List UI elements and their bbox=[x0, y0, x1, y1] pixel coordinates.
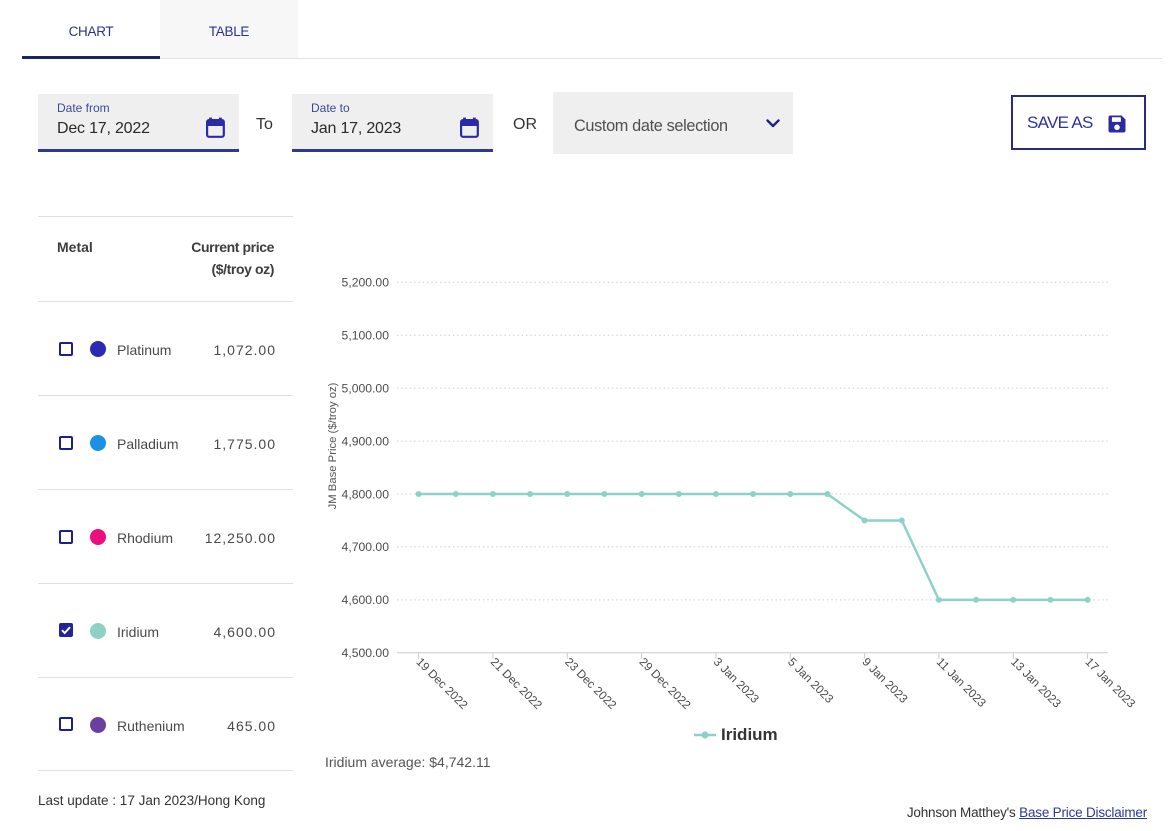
svg-text:5,100.00: 5,100.00 bbox=[342, 329, 390, 343]
svg-text:3 Jan 2023: 3 Jan 2023 bbox=[711, 655, 762, 706]
svg-text:29 Dec 2022: 29 Dec 2022 bbox=[636, 655, 693, 712]
svg-text:5 Jan 2023: 5 Jan 2023 bbox=[785, 655, 836, 706]
svg-text:4,900.00: 4,900.00 bbox=[342, 434, 390, 448]
svg-text:13 Jan 2023: 13 Jan 2023 bbox=[1008, 655, 1064, 711]
svg-text:19 Dec 2022: 19 Dec 2022 bbox=[413, 655, 470, 712]
svg-text:9 Jan 2023: 9 Jan 2023 bbox=[859, 655, 910, 706]
svg-text:4,800.00: 4,800.00 bbox=[342, 487, 390, 501]
svg-text:5,000.00: 5,000.00 bbox=[342, 381, 390, 395]
svg-text:4,500.00: 4,500.00 bbox=[342, 646, 390, 660]
svg-text:21 Dec 2022: 21 Dec 2022 bbox=[488, 655, 545, 712]
svg-text:5,200.00: 5,200.00 bbox=[342, 276, 390, 290]
svg-text:23 Dec 2022: 23 Dec 2022 bbox=[562, 655, 619, 712]
svg-text:17 Jan 2023: 17 Jan 2023 bbox=[1082, 655, 1138, 711]
svg-text:11 Jan 2023: 11 Jan 2023 bbox=[934, 655, 990, 711]
svg-text:JM Base Price ($/troy oz): JM Base Price ($/troy oz) bbox=[327, 382, 339, 509]
svg-text:4,700.00: 4,700.00 bbox=[342, 540, 390, 554]
svg-text:4,600.00: 4,600.00 bbox=[342, 593, 390, 607]
